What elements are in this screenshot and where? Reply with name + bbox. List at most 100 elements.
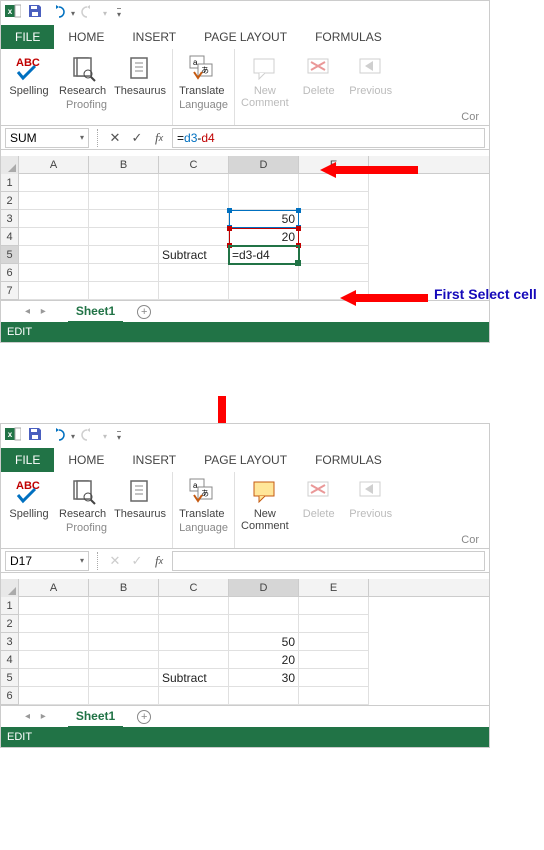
undo-icon[interactable]	[49, 3, 65, 24]
cell-b2[interactable]	[89, 192, 159, 210]
cell-a2[interactable]	[19, 192, 89, 210]
spelling-button[interactable]: ABC Spelling	[7, 53, 51, 97]
fx-icon[interactable]: fx	[150, 129, 168, 147]
cell-c4[interactable]	[159, 651, 229, 669]
cell-c1[interactable]	[159, 174, 229, 192]
cell-e4[interactable]	[299, 651, 369, 669]
cell-c3[interactable]	[159, 633, 229, 651]
col-header-b[interactable]: B	[89, 579, 159, 596]
cell-b1[interactable]	[89, 597, 159, 615]
cell-a7[interactable]	[19, 282, 89, 300]
cell-b6[interactable]	[89, 264, 159, 282]
cell-d4[interactable]: 20	[229, 651, 299, 669]
select-all-corner[interactable]	[1, 156, 19, 174]
cell-a6[interactable]	[19, 687, 89, 705]
cell-a2[interactable]	[19, 615, 89, 633]
save-icon[interactable]	[27, 426, 43, 447]
spreadsheet-grid[interactable]: A B C D E 1 2 350 420 5Subtract30 6	[1, 579, 489, 705]
cell-e2[interactable]	[299, 615, 369, 633]
row-header-1[interactable]: 1	[1, 174, 19, 192]
name-box-dropdown-icon[interactable]: ▾	[80, 556, 84, 565]
row-header-2[interactable]: 2	[1, 615, 19, 633]
enter-formula-icon[interactable]: ✓	[128, 129, 146, 147]
row-header-3[interactable]: 3	[1, 633, 19, 651]
undo-dropdown-icon[interactable]: ▾	[71, 432, 75, 441]
cell-c5[interactable]: Subtract	[159, 669, 229, 687]
name-box[interactable]: SUM ▾	[5, 128, 89, 148]
tab-home[interactable]: HOME	[54, 25, 118, 49]
cell-b1[interactable]	[89, 174, 159, 192]
col-header-a[interactable]: A	[19, 579, 89, 596]
cell-b4[interactable]	[89, 228, 159, 246]
cell-b3[interactable]	[89, 210, 159, 228]
sheet-nav-arrows[interactable]: ◂ ▸	[21, 711, 54, 722]
cell-e6[interactable]	[299, 687, 369, 705]
formula-bar-input[interactable]	[172, 551, 485, 571]
translate-button[interactable]: aあ Translate	[179, 53, 224, 97]
row-header-4[interactable]: 4	[1, 228, 19, 246]
undo-dropdown-icon[interactable]: ▾	[71, 9, 75, 18]
undo-icon[interactable]	[49, 426, 65, 447]
cell-d6[interactable]	[229, 687, 299, 705]
cell-d2[interactable]	[229, 192, 299, 210]
new-comment-button[interactable]: New Comment	[241, 476, 289, 532]
col-header-a[interactable]: A	[19, 156, 89, 173]
cell-d1[interactable]	[229, 174, 299, 192]
translate-button[interactable]: aあTranslate	[179, 476, 224, 520]
cell-c2[interactable]	[159, 192, 229, 210]
thesaurus-button[interactable]: Thesaurus	[114, 476, 166, 520]
cell-c3[interactable]	[159, 210, 229, 228]
sheet-tab-sheet1[interactable]: Sheet1	[68, 301, 123, 323]
select-all-corner[interactable]	[1, 579, 19, 597]
cell-d3[interactable]: 50	[229, 633, 299, 651]
cell-a1[interactable]	[19, 597, 89, 615]
cell-a1[interactable]	[19, 174, 89, 192]
col-header-d[interactable]: D	[229, 579, 299, 596]
cell-e5[interactable]	[299, 669, 369, 687]
thesaurus-button[interactable]: Thesaurus	[114, 53, 166, 97]
row-header-5[interactable]: 5	[1, 669, 19, 687]
col-header-c[interactable]: C	[159, 579, 229, 596]
cell-d4[interactable]: 20	[229, 228, 299, 246]
cell-a4[interactable]	[19, 228, 89, 246]
cell-a5[interactable]	[19, 669, 89, 687]
spelling-button[interactable]: ABCSpelling	[7, 476, 51, 520]
cell-b4[interactable]	[89, 651, 159, 669]
sheet-nav-arrows[interactable]: ◂ ▸	[21, 306, 54, 317]
row-header-5[interactable]: 5	[1, 246, 19, 264]
col-header-c[interactable]: C	[159, 156, 229, 173]
cancel-formula-icon[interactable]: ✕	[106, 129, 124, 147]
col-header-b[interactable]: B	[89, 156, 159, 173]
row-header-2[interactable]: 2	[1, 192, 19, 210]
row-header-3[interactable]: 3	[1, 210, 19, 228]
cell-e3[interactable]	[299, 633, 369, 651]
cell-b6[interactable]	[89, 687, 159, 705]
cell-a3[interactable]	[19, 210, 89, 228]
research-button[interactable]: Research	[59, 476, 106, 520]
redo-dropdown-icon[interactable]: ▾	[103, 432, 107, 441]
cell-c4[interactable]	[159, 228, 229, 246]
add-sheet-icon[interactable]: +	[137, 305, 151, 319]
redo-dropdown-icon[interactable]: ▾	[103, 9, 107, 18]
redo-icon[interactable]	[81, 426, 97, 447]
tab-file[interactable]: FILE	[1, 25, 54, 49]
cell-d7[interactable]	[229, 282, 299, 300]
name-box[interactable]: D17 ▾	[5, 551, 89, 571]
cell-b3[interactable]	[89, 633, 159, 651]
tab-formulas[interactable]: FORMULAS	[301, 448, 396, 472]
cell-e6[interactable]	[299, 264, 369, 282]
cell-c6[interactable]	[159, 264, 229, 282]
cell-e5[interactable]	[299, 246, 369, 264]
row-header-4[interactable]: 4	[1, 651, 19, 669]
tab-file[interactable]: FILE	[1, 448, 54, 472]
tab-insert[interactable]: INSERT	[118, 25, 190, 49]
cell-b7[interactable]	[89, 282, 159, 300]
name-box-dropdown-icon[interactable]: ▾	[80, 133, 84, 142]
qat-customize-icon[interactable]: ▾	[117, 8, 121, 19]
qat-customize-icon[interactable]: ▾	[117, 431, 121, 442]
redo-icon[interactable]	[81, 3, 97, 24]
cell-c1[interactable]	[159, 597, 229, 615]
cell-e4[interactable]	[299, 228, 369, 246]
cell-e3[interactable]	[299, 210, 369, 228]
cell-b2[interactable]	[89, 615, 159, 633]
